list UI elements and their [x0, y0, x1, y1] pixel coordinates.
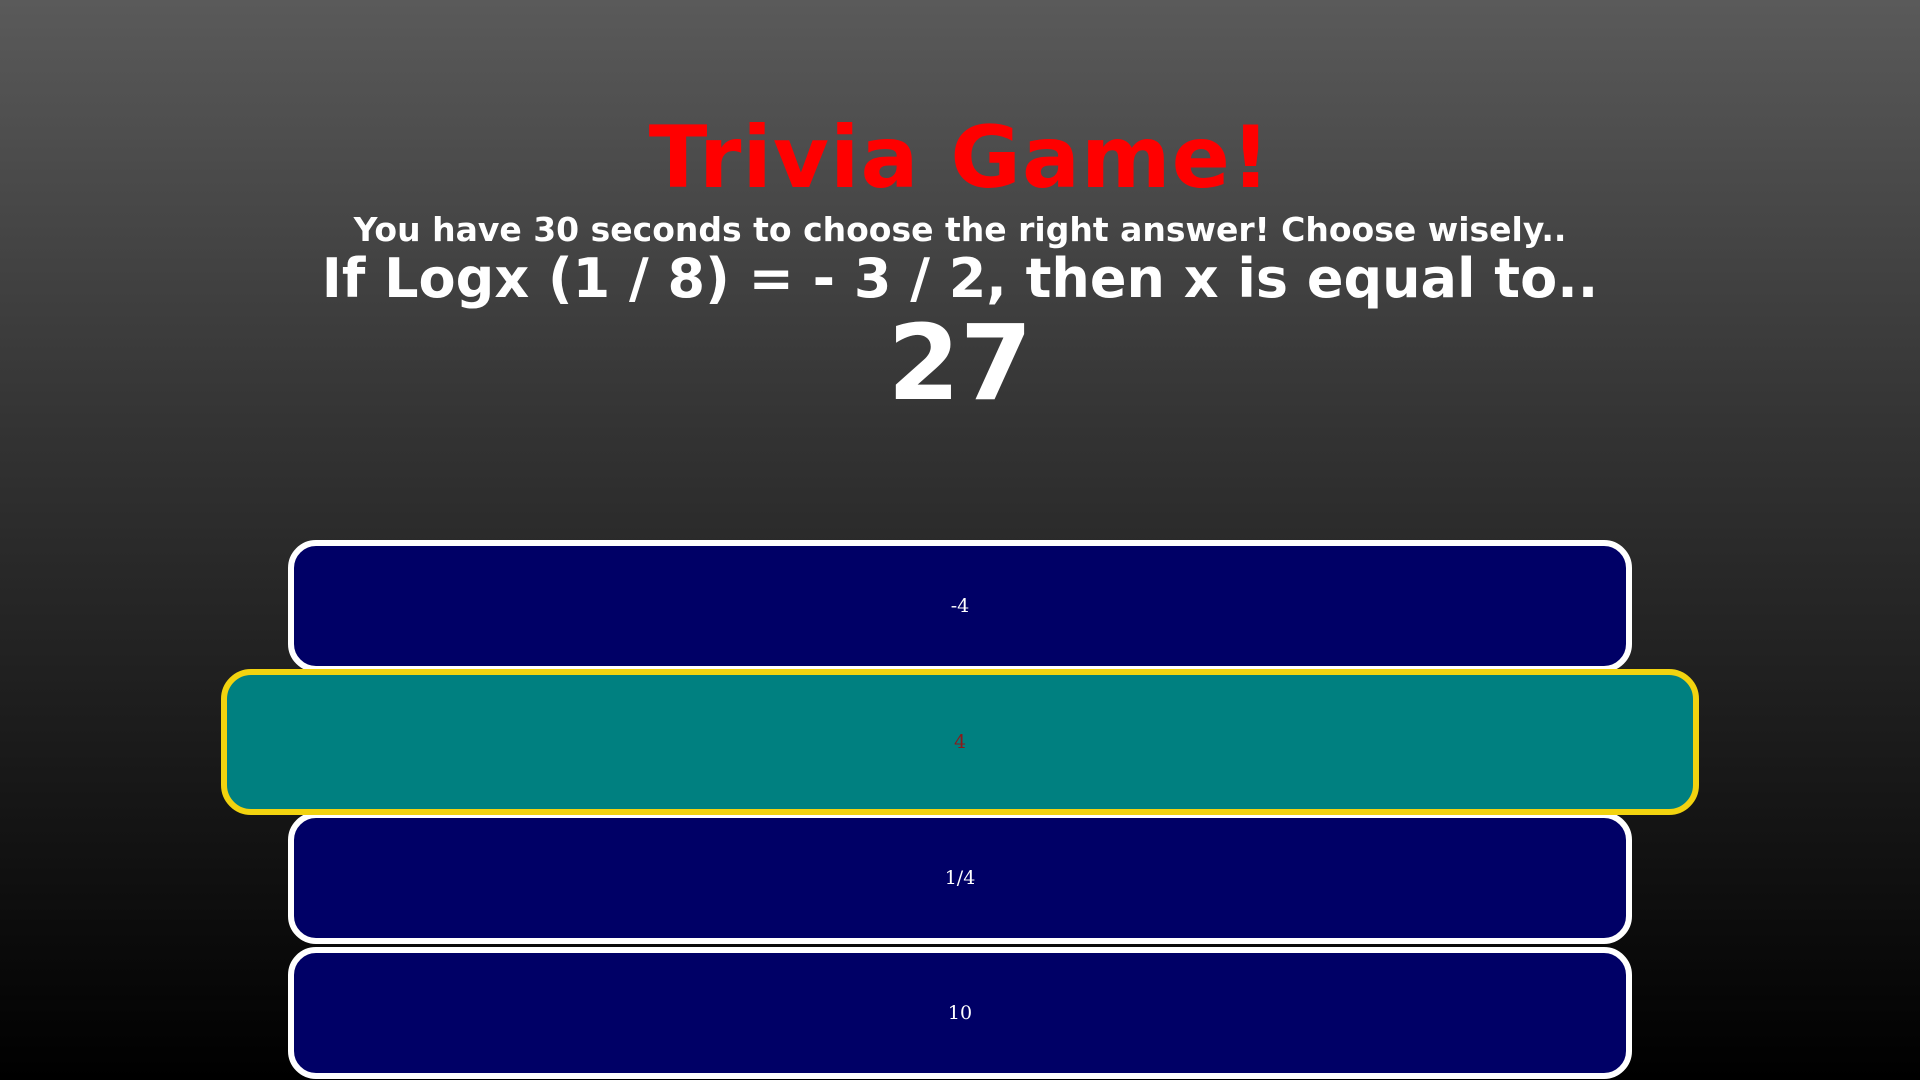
answer-button-4[interactable]: 10: [288, 947, 1632, 1079]
answer-list: -4 4 1/4 10: [0, 0, 1920, 1080]
answer-label: 1/4: [944, 867, 976, 889]
answer-label: -4: [950, 595, 970, 617]
answer-label: 10: [947, 1002, 973, 1024]
answer-button-2[interactable]: 4: [221, 669, 1699, 815]
answer-button-3[interactable]: 1/4: [288, 812, 1632, 944]
answer-button-1[interactable]: -4: [288, 540, 1632, 672]
answer-label: 4: [953, 731, 967, 753]
